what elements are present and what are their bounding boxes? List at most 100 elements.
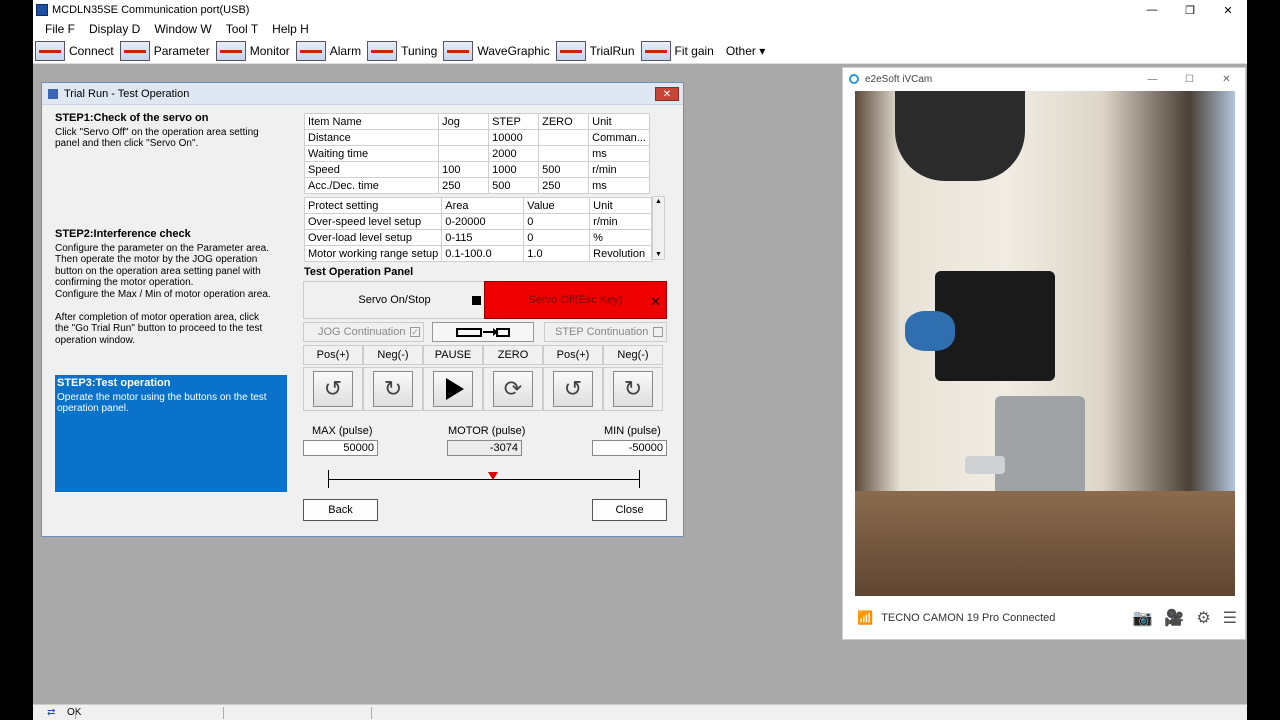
cell[interactable]	[438, 129, 490, 146]
menu-display[interactable]: Display D	[89, 22, 140, 36]
cell[interactable]: 250	[538, 177, 590, 194]
step-neg-button[interactable]: ↻	[603, 367, 663, 411]
video-motor-shaft	[965, 456, 1005, 474]
ivcam-title: e2eSoft iVCam	[865, 73, 933, 85]
menu-file[interactable]: File F	[45, 22, 75, 36]
cell[interactable]	[438, 145, 490, 162]
toolbar-label: TrialRun	[589, 43, 635, 58]
toolbar-label: Connect	[69, 43, 114, 58]
toolbar-parameter[interactable]: Parameter	[118, 40, 210, 61]
dialog-title: Trial Run - Test Operation	[64, 87, 190, 100]
cell[interactable]	[538, 145, 590, 162]
ivcam-icon	[849, 74, 859, 84]
parameter-table: Item Name Jog STEP ZERO Unit Distance 10…	[303, 113, 650, 194]
status-divider	[75, 707, 76, 719]
min-pulse-input[interactable]: -50000	[592, 440, 667, 456]
back-button[interactable]: Back	[303, 499, 378, 521]
return-zero-icon: ⟳	[493, 371, 533, 407]
camera-icon[interactable]: 📷	[1132, 608, 1152, 628]
toolbar-trialrun[interactable]: TrialRun	[554, 40, 635, 61]
test-operation-panel-label: Test Operation Panel	[304, 266, 414, 278]
toolbar-label: WaveGraphic	[477, 43, 550, 58]
ivcam-close-button[interactable]: ✕	[1208, 68, 1245, 90]
title-bar: MCDLN35SE Communication port(USB) — ❐ ✕	[33, 0, 1247, 20]
cell[interactable]: 1000	[488, 161, 540, 178]
menu-help[interactable]: Help H	[272, 22, 309, 36]
menu-window[interactable]: Window W	[154, 22, 211, 36]
scroll-up-icon[interactable]: ▲	[655, 198, 662, 205]
rotate-cw-icon: ↻	[373, 371, 413, 407]
cell[interactable]: 500	[488, 177, 540, 194]
cell[interactable]: 0	[523, 213, 591, 230]
close-button[interactable]: Close	[592, 499, 667, 521]
step1-title: STEP1:Check of the servo on	[55, 112, 209, 124]
menu-icon[interactable]: ☰	[1223, 608, 1237, 628]
wifi-icon: 📶	[857, 610, 874, 625]
status-divider	[371, 707, 372, 719]
scroll-down-icon[interactable]: ▼	[655, 251, 662, 258]
gear-icon[interactable]: ⚙	[1196, 608, 1210, 628]
cell: Revolution	[589, 245, 652, 262]
step3-section: STEP3:Test operation Operate the motor u…	[55, 375, 287, 492]
cell[interactable]	[538, 129, 590, 146]
video-icon[interactable]: 🎥	[1164, 608, 1184, 628]
col-header: Item Name	[303, 113, 440, 130]
jog-pos-button[interactable]: ↺	[303, 367, 363, 411]
connection-icon: ⇄	[47, 706, 56, 718]
menu-tool[interactable]: Tool T	[226, 22, 258, 36]
jog-check-icon: ✓	[410, 327, 420, 337]
pause-button[interactable]	[423, 367, 483, 411]
ivcam-minimize-button[interactable]: —	[1134, 68, 1171, 90]
minimize-button[interactable]: —	[1133, 0, 1171, 20]
close-window-button[interactable]: ✕	[1209, 0, 1247, 20]
stop-square-icon	[472, 296, 481, 305]
toolbar-connect[interactable]: Connect	[33, 40, 114, 61]
camera-video-feed	[855, 91, 1235, 596]
status-bar: ⇄ OK	[33, 704, 1247, 720]
jog-continuation-checkbox[interactable]: JOG Continuation ✓	[303, 322, 424, 342]
zero-button[interactable]: ⟳	[483, 367, 543, 411]
toolbar-alarm[interactable]: Alarm	[294, 40, 361, 61]
toolbar: Connect Parameter Monitor Alarm Tuning W…	[33, 38, 1247, 64]
position-track	[328, 479, 639, 480]
servo-off-button[interactable]: Servo Off(Esc Key) ✕	[484, 281, 667, 319]
cell: %	[589, 229, 652, 246]
dialog-close-button[interactable]: ✕	[655, 87, 679, 101]
cell[interactable]: 250	[438, 177, 490, 194]
col-header: Unit	[589, 197, 652, 214]
servo-on-stop-button[interactable]: Servo On/Stop	[303, 281, 486, 319]
cell[interactable]: 2000	[488, 145, 540, 162]
cell[interactable]: 10000	[488, 129, 540, 146]
step-continuation-checkbox[interactable]: STEP Continuation	[544, 322, 667, 342]
max-pulse-input[interactable]: 50000	[303, 440, 378, 456]
cell: ms	[588, 177, 650, 194]
track-tick-left	[328, 470, 329, 488]
rotate-cw-icon: ↻	[613, 371, 653, 407]
maximize-button[interactable]: ❐	[1171, 0, 1209, 20]
toolbar-monitor[interactable]: Monitor	[214, 40, 290, 61]
min-pulse-label: MIN (pulse)	[604, 425, 661, 437]
toolbar-other-dropdown[interactable]: Other ▾	[726, 44, 765, 58]
cell[interactable]: 100	[438, 161, 490, 178]
step-pos-label: Pos(+)	[543, 345, 603, 365]
cell[interactable]: 0	[523, 229, 591, 246]
cell[interactable]: 1.0	[523, 245, 591, 262]
toolbar-fitgain[interactable]: Fit gain	[639, 40, 714, 61]
ivcam-connection-status: TECNO CAMON 19 Pro Connected	[881, 612, 1056, 624]
mode-toggle-button[interactable]	[432, 322, 534, 342]
cell[interactable]: 500	[538, 161, 590, 178]
mode-box-icon	[456, 327, 482, 337]
jog-neg-button[interactable]: ↻	[363, 367, 423, 411]
cell: Waiting time	[303, 145, 440, 162]
toolbar-wavegraphic[interactable]: WaveGraphic	[441, 40, 550, 61]
ivcam-maximize-button[interactable]: ☐	[1171, 68, 1208, 90]
play-icon	[446, 378, 464, 400]
parameter-icon	[119, 40, 150, 61]
cell: Over-load level setup	[303, 229, 443, 246]
protect-table-scrollbar[interactable]: ▲ ▼	[652, 196, 665, 260]
zero-label: ZERO	[483, 345, 543, 365]
col-header: ZERO	[538, 113, 590, 130]
app-icon	[36, 4, 48, 16]
toolbar-tuning[interactable]: Tuning	[365, 40, 437, 61]
step-pos-button[interactable]: ↺	[543, 367, 603, 411]
